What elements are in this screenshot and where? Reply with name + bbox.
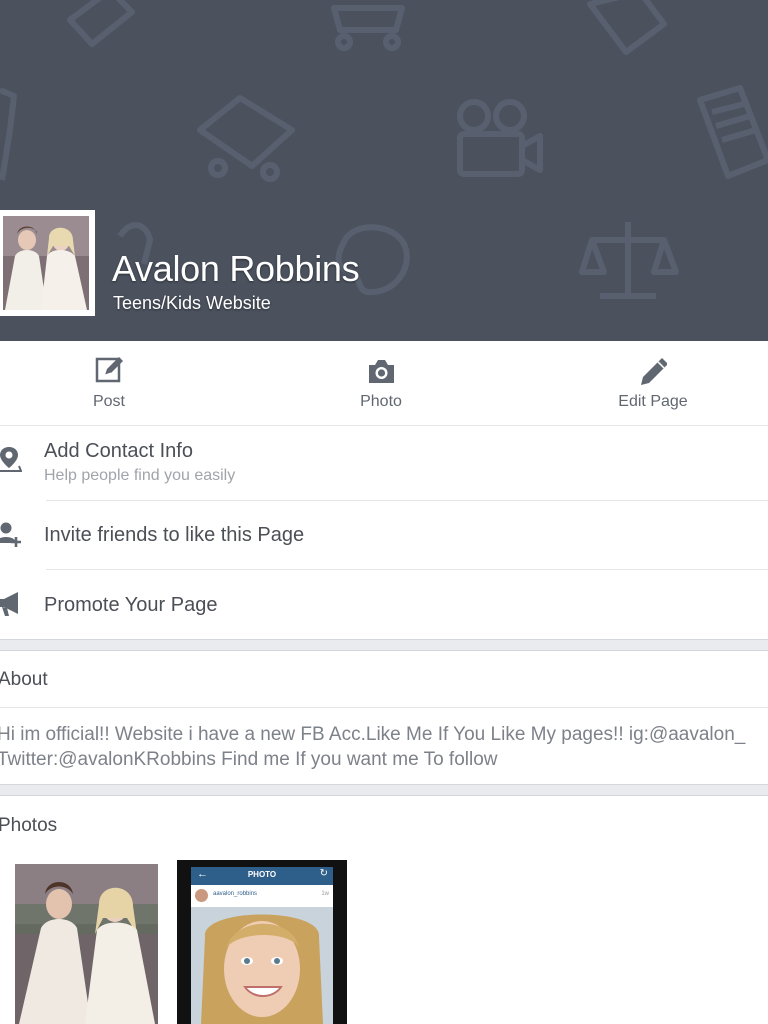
list-item-invite-friends[interactable]: Invite friends to like this Page [0,501,768,569]
instagram-header-bar: ← PHOTO ↻ [191,867,333,885]
photo-label: Photo [360,393,402,410]
profile-photo-illustration [3,216,89,310]
about-heading[interactable]: About [0,669,48,691]
photo-2-illustration [191,907,333,1024]
pencil-icon [641,358,667,385]
section-separator [0,639,768,651]
refresh-icon: ↻ [319,868,328,879]
profile-picture-frame[interactable] [0,210,95,316]
about-divider [0,707,768,708]
instagram-header-title: PHOTO [247,870,277,879]
post-label: Post [92,393,125,410]
photo-thumbnail-2[interactable]: ← PHOTO ↻ aavalon_robbins 1w [177,860,347,1024]
about-line-2: Twitter:@avalonKRobbins Find me If you w… [0,749,498,770]
photo-button[interactable]: Photo [321,341,441,425]
about-line-1: Hi im official!! Website i have a new FB… [0,724,746,745]
page-category[interactable]: Teens/Kids Website [113,293,271,314]
edit-page-button[interactable]: Edit Page [593,341,713,425]
location-pin-icon [0,447,22,472]
profile-picture[interactable] [3,216,89,310]
section-separator [0,784,768,796]
compose-icon [95,357,123,383]
post-button[interactable]: Post [49,341,169,425]
photo-thumbnail-1[interactable] [15,864,158,1024]
add-contact-info-title: Add Contact Info [44,440,193,462]
page-name: Avalon Robbins [112,248,360,289]
instagram-time: 1w [321,891,329,897]
cover-area[interactable]: Avalon Robbins Teens/Kids Website [0,0,768,341]
instagram-photo [191,907,333,1024]
instagram-username: aavalon_robbins [213,891,258,897]
add-contact-info-subtitle: Help people find you easily [44,467,236,484]
list-item-promote-page[interactable]: Promote Your Page [0,570,768,639]
page-action-bar: Post Photo Edit Page [0,341,768,426]
camera-icon [369,360,394,383]
list-item-add-contact-info[interactable]: Add Contact Info Help people find you ea… [0,426,768,500]
instagram-user-row: aavalon_robbins 1w [191,885,333,907]
page-setup-list: Add Contact Info Help people find you ea… [0,426,768,639]
invite-friends-title: Invite friends to like this Page [44,524,305,546]
megaphone-icon [0,592,18,616]
add-friend-icon [0,522,21,547]
photos-heading[interactable]: Photos [0,815,57,837]
about-description[interactable]: Hi im official!! Website i have a new FB… [0,722,768,772]
avatar [195,889,208,902]
photo-1-illustration [15,864,158,1024]
promote-page-title: Promote Your Page [44,594,218,616]
edit-page-label: Edit Page [618,393,688,410]
